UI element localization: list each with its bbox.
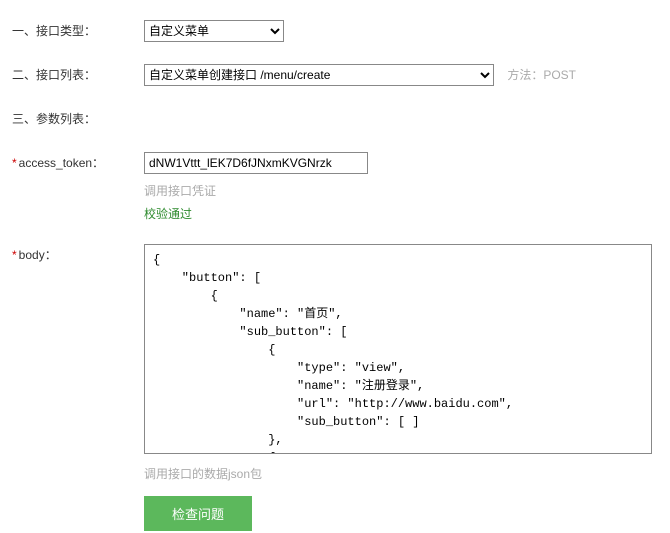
required-marker: * (12, 156, 17, 170)
interface-list-select[interactable]: 自定义菜单创建接口 /menu/create (144, 64, 494, 86)
access-token-input[interactable] (144, 152, 368, 174)
interface-type-select[interactable]: 自定义菜单 (144, 20, 284, 42)
label-interface-type: 一、接口类型： (12, 20, 144, 42)
label-params: 三、参数列表： (12, 108, 144, 130)
required-marker: * (12, 248, 17, 262)
label-access-token: *access_token： (12, 152, 144, 174)
content-access-token: 调用接口凭证 校验通过 (144, 152, 658, 222)
body-textarea[interactable] (144, 244, 652, 454)
row-interface-list: 二、接口列表： 自定义菜单创建接口 /menu/create 方法：POST (12, 64, 658, 86)
check-button[interactable]: 检查问题 (144, 496, 252, 531)
content-body: 调用接口的数据json包 (144, 244, 658, 482)
content-interface-list: 自定义菜单创建接口 /menu/create 方法：POST (144, 64, 658, 86)
content-interface-type: 自定义菜单 (144, 20, 658, 42)
label-body: *body： (12, 244, 144, 266)
row-body: *body： 调用接口的数据json包 (12, 244, 658, 482)
access-token-hint: 调用接口凭证 (144, 182, 658, 199)
row-params-header: 三、参数列表： (12, 108, 658, 130)
row-check-button: 检查问题 (12, 492, 658, 531)
row-interface-type: 一、接口类型： 自定义菜单 (12, 20, 658, 42)
label-interface-list: 二、接口列表： (12, 64, 144, 86)
row-access-token: *access_token： 调用接口凭证 校验通过 (12, 152, 658, 222)
access-token-validate: 校验通过 (144, 205, 658, 222)
body-hint: 调用接口的数据json包 (144, 465, 658, 482)
method-label: 方法：POST (507, 64, 576, 86)
